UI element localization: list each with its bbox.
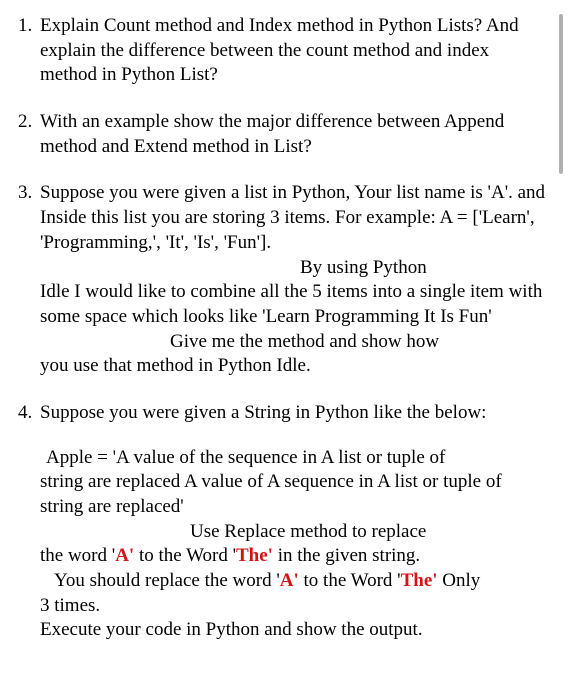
- q4-p2: Apple = 'A value of the sequence in A li…: [40, 446, 549, 471]
- q4-p6: You should replace the word 'A' to the W…: [40, 569, 549, 594]
- scrollbar-thumb[interactable]: [559, 14, 563, 174]
- q3-p2: By using Python: [40, 256, 549, 281]
- q4-p6a: You should replace the word ': [54, 570, 280, 591]
- question-list: Explain Count method and Index method in…: [18, 14, 549, 643]
- question-2-text: With an example show the major differenc…: [40, 110, 549, 159]
- q4-p5b: A': [115, 545, 134, 566]
- q4-p5e: in the given string.: [273, 545, 420, 566]
- q3-p5: you use that method in Python Idle.: [40, 354, 549, 379]
- document-content: Explain Count method and Index method in…: [18, 14, 549, 643]
- question-4: Suppose you were given a String in Pytho…: [18, 401, 549, 643]
- q4-p7: 3 times.: [40, 594, 549, 619]
- q3-p1: Suppose you were given a list in Python,…: [40, 181, 549, 255]
- q4-p3: string are replaced A value of A sequenc…: [40, 470, 549, 519]
- q4-p4: Use Replace method to replace: [40, 520, 549, 545]
- q4-p1: Suppose you were given a String in Pytho…: [40, 401, 549, 426]
- question-1: Explain Count method and Index method in…: [18, 14, 549, 88]
- q3-p3: Idle I would like to combine all the 5 i…: [40, 280, 549, 329]
- q4-p5c: to the Word ': [134, 545, 236, 566]
- q4-p5a: the word ': [40, 545, 115, 566]
- question-1-text: Explain Count method and Index method in…: [40, 14, 549, 88]
- q4-p8: Execute your code in Python and show the…: [40, 618, 549, 643]
- q4-p6b: A': [280, 570, 299, 591]
- q3-p4: Give me the method and show how: [40, 330, 549, 355]
- q4-p5: the word 'A' to the Word 'The' in the gi…: [40, 544, 549, 569]
- q4-p6d: The': [401, 570, 438, 591]
- q4-p6e: Only: [438, 570, 481, 591]
- question-3: Suppose you were given a list in Python,…: [18, 181, 549, 379]
- q4-p6c: to the Word ': [299, 570, 401, 591]
- question-2: With an example show the major differenc…: [18, 110, 549, 159]
- q4-p5d: The': [236, 545, 273, 566]
